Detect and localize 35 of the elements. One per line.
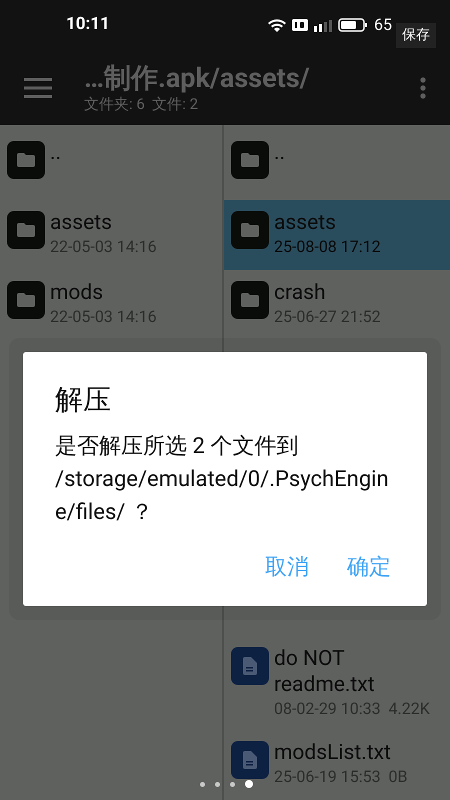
battery-level: 65 (374, 14, 392, 36)
signal-icon (314, 18, 332, 32)
file-meta: 25-08-08 17:12 (274, 236, 381, 258)
file-name: assets (274, 210, 337, 236)
folder-icon (7, 281, 45, 319)
dialog-message: 是否解压所选 2 个文件到 /storage/emulated/0/.PsychEngine/files/ ？ (55, 433, 390, 527)
hd-icon (292, 19, 308, 31)
dialog-button[interactable]: 确定 (347, 551, 391, 584)
folder-icon (231, 141, 269, 179)
tooltip: 保存 (396, 23, 436, 48)
folder-icon (7, 211, 45, 249)
more-options-icon[interactable] (420, 76, 426, 98)
file-name: .. (274, 140, 286, 166)
file-name: crash (274, 280, 327, 306)
file-name: assets (50, 210, 113, 236)
file-name: .. (50, 140, 62, 166)
document-icon (231, 647, 269, 685)
toolbar-subtitle: 文件夹: 6 文件: 2 (84, 94, 200, 114)
document-icon (231, 741, 269, 779)
dialog-button[interactable]: 取消 (265, 551, 309, 584)
toolbar-title: …制作.apk/assets/ (84, 62, 310, 94)
dialog-title: 解压 (55, 382, 112, 418)
file-list-item[interactable]: assets 25-08-08 17:12 (224, 200, 450, 270)
battery-icon (338, 18, 368, 32)
file-list-item[interactable]: .. (0, 130, 222, 200)
folder-icon (7, 141, 45, 179)
file-name: modsList.txt (274, 740, 392, 766)
file-name: mods (50, 280, 104, 306)
folder-icon (231, 281, 269, 319)
menu-icon[interactable] (24, 78, 52, 98)
status-time: 10:11 (66, 13, 110, 36)
folder-icon (231, 211, 269, 249)
file-name: do NOT readme.txt (274, 646, 376, 698)
wifi-icon (268, 18, 286, 32)
file-list-item[interactable]: .. (224, 130, 450, 200)
